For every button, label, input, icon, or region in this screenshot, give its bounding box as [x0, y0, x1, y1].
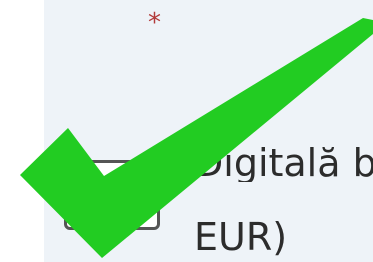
option-label-line2: EUR)	[194, 215, 288, 259]
required-asterisk: *	[148, 8, 161, 38]
option-checkbox[interactable]	[64, 160, 160, 230]
option-label-line1: Digitală b	[194, 144, 373, 182]
